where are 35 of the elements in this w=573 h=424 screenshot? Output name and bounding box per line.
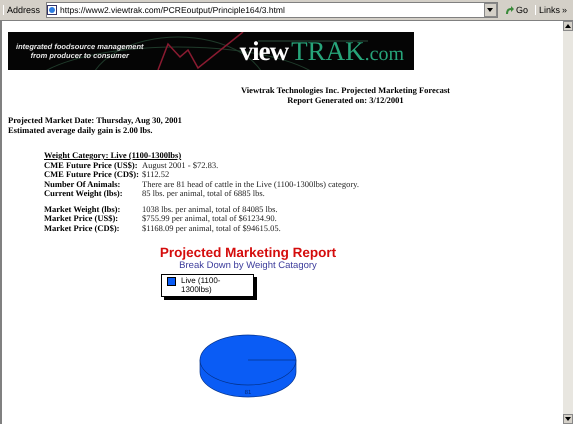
detail-value: There are 81 head of cattle in the Live (1100-1300lbs) category. (142, 180, 359, 189)
detail-label: Market Price (CD$): (44, 224, 121, 233)
detail-value: 1038 lbs. per animal, total of 84085 lbs. (142, 204, 278, 214)
daily-gain: Estimated average daily gain is 2.00 lbs. (8, 125, 154, 135)
chart-title: Projected Marketing Report (160, 245, 336, 260)
market-date: Projected Market Date: Thursday, Aug 30, 2001 (8, 115, 183, 125)
detail-value: $1168.09 per animal, total of $94615.05. (142, 224, 281, 233)
page-icon (47, 5, 58, 15)
links-button[interactable]: Links » (534, 5, 570, 15)
category-heading: Weight Category: Live (1100-1300lbs) (44, 151, 182, 160)
detail-value: August 2001 - $72.83. (142, 160, 218, 170)
detail-value: 85 lbs. per animal, total of 6885 lbs. (142, 189, 265, 198)
legend-swatch (167, 277, 176, 286)
address-label: Address (3, 5, 44, 15)
scroll-down-button[interactable] (563, 414, 573, 424)
go-button[interactable]: Go (500, 5, 532, 15)
legend-label: Live (1100-1300lbs) (181, 276, 222, 294)
chart-subtitle: Break Down by Weight Catagory (179, 260, 317, 271)
scroll-up-button[interactable] (563, 21, 573, 31)
report-date: Report Generated on: 3/12/2001 (286, 95, 405, 105)
detail-value: $755.99 per animal, total of $61234.90. (142, 214, 277, 224)
scrollbar[interactable] (563, 21, 573, 424)
detail-label: CME Future Price (US$): (44, 160, 138, 170)
detail-label: CME Future Price (CD$): (44, 170, 140, 180)
caret-icon (487, 8, 494, 12)
detail-value: $112.52 (142, 170, 170, 180)
detail-label: Market Weight (lbs): (44, 204, 122, 214)
detail-label: Number Of Animals: (44, 180, 120, 189)
detail-label: Current Weight (lbs): (44, 189, 124, 198)
address-field[interactable]: https://www2.viewtrak.com/PCREoutput/Principle164/3.html (46, 2, 498, 18)
detail-label: Market Price (US$): (44, 214, 118, 224)
logo: viewTRAK.com (240, 36, 404, 66)
arrow-icon (504, 6, 514, 14)
dropdown-button[interactable] (484, 3, 497, 17)
report-title: Viewtrak Technologies Inc. Projected Marketing Forecast (240, 85, 451, 95)
